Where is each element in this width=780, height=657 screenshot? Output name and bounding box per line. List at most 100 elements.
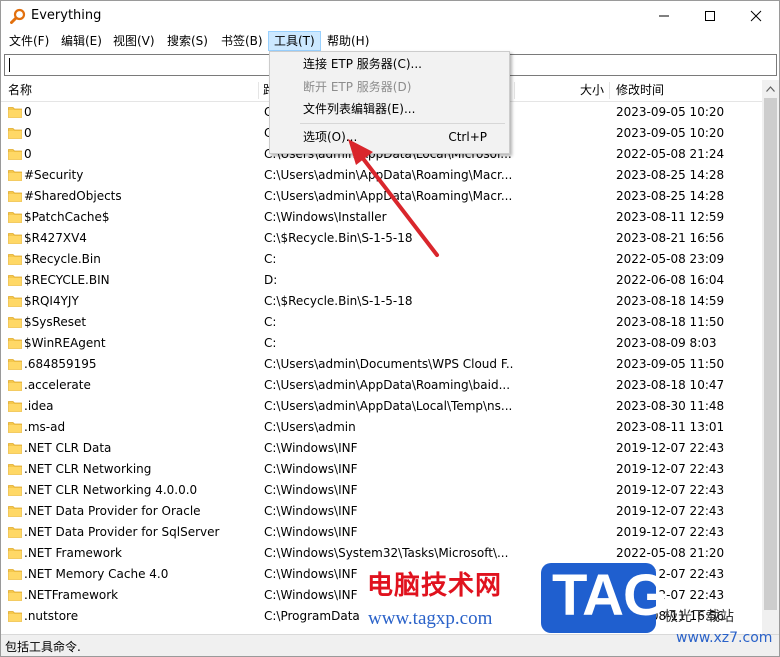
cell-path: C:\Windows\Installer	[264, 210, 387, 224]
folder-icon	[8, 170, 22, 181]
cell-modified: 2019-12-07 22:43	[616, 441, 725, 455]
folder-icon	[8, 527, 22, 538]
table-row[interactable]: $Recycle.Bin C: 2022-05-08 23:09	[1, 249, 762, 270]
cell-name: $RQI4YJY	[24, 294, 79, 308]
table-row[interactable]: .accelerate C:\Users\admin\AppData\Roamin…	[1, 375, 762, 396]
menu-file[interactable]: 文件(F)	[4, 31, 54, 51]
table-row[interactable]: .NET CLR Data C:\Windows\INF 2019-12-07 22…	[1, 438, 762, 459]
menu-item-connect-etp[interactable]: 连接 ETP 服务器(C)...	[272, 54, 507, 75]
folder-icon	[8, 338, 22, 349]
column-header-size[interactable]: 大小	[580, 80, 604, 101]
window-title: Everything	[31, 8, 102, 23]
cell-name: .NET CLR Networking 4.0.0.0	[24, 483, 198, 497]
cell-path: C:\Users\admin\AppData\Local\Temp\ns...	[264, 399, 513, 413]
cell-modified: 2023-08-25 14:28	[616, 189, 725, 203]
table-row[interactable]: $WinREAgent C: 2023-08-09 8:03	[1, 333, 762, 354]
folder-icon	[8, 107, 22, 118]
menu-item-options[interactable]: 选项(O)... Ctrl+P	[272, 127, 507, 148]
cell-modified: 2023-08-18 10:47	[616, 378, 725, 392]
close-icon	[750, 10, 762, 22]
scrollbar-thumb[interactable]	[764, 98, 777, 610]
cell-path: C:\Windows\INF	[264, 525, 358, 539]
cell-name: .accelerate	[24, 378, 91, 392]
cell-name: .NET Memory Cache 4.0	[24, 567, 169, 581]
site-watermark-url: www.xz7.com	[676, 630, 773, 646]
cell-name: 0	[24, 105, 32, 119]
cell-modified: 2023-09-05 10:20	[616, 126, 725, 140]
cell-modified: 2019-12-07 22:43	[616, 483, 725, 497]
table-row[interactable]: .ms-ad C:\Users\admin 2023-08-11 13:01	[1, 417, 762, 438]
menu-item-file-list-editor[interactable]: 文件列表编辑器(E)...	[272, 99, 507, 120]
column-divider[interactable]	[609, 82, 610, 99]
menu-edit[interactable]: 编辑(E)	[56, 31, 107, 51]
table-row[interactable]: #Security C:\Users\admin\AppData\Roaming\…	[1, 165, 762, 186]
table-row[interactable]: $R427XV4 C:\$Recycle.Bin\S-1-5-18 2023-08-…	[1, 228, 762, 249]
maximize-button[interactable]	[687, 1, 733, 31]
cell-path: C:\Users\admin	[264, 420, 356, 434]
cell-modified: 2022-06-08 16:04	[616, 273, 725, 287]
cell-modified: 2022-05-08 21:20	[616, 546, 725, 560]
folder-icon	[8, 275, 22, 286]
cell-modified: 2023-08-18 14:59	[616, 294, 725, 308]
cell-modified: 2022-05-08 23:09	[616, 252, 725, 266]
table-row[interactable]: .NET CLR Networking C:\Windows\INF 2019-12…	[1, 459, 762, 480]
minimize-button[interactable]	[641, 1, 687, 31]
table-row[interactable]: $RECYCLE.BIN D: 2022-06-08 16:04	[1, 270, 762, 291]
cell-modified: 2023-08-11 13:01	[616, 420, 725, 434]
folder-icon	[8, 590, 22, 601]
menu-search[interactable]: 搜索(S)	[162, 31, 213, 51]
folder-icon	[8, 485, 22, 496]
title-bar[interactable]: Everything	[1, 1, 779, 31]
folder-icon	[8, 296, 22, 307]
table-row[interactable]: $RQI4YJY C:\$Recycle.Bin\S-1-5-18 2023-08-…	[1, 291, 762, 312]
scroll-up-button[interactable]	[762, 80, 779, 97]
cell-path: C:\Windows\INF	[264, 462, 358, 476]
table-row[interactable]: #SharedObjects C:\Users\admin\AppData\Roa…	[1, 186, 762, 207]
folder-icon	[8, 464, 22, 475]
watermark-title: 电脑技术网	[367, 571, 503, 601]
cell-path: C:\Windows\INF	[264, 441, 358, 455]
folder-icon	[8, 149, 22, 160]
column-header-name[interactable]: 名称	[8, 80, 32, 101]
column-header-modified[interactable]: 修改时间	[616, 80, 664, 101]
cell-path: C:\Windows\INF	[264, 483, 358, 497]
table-row[interactable]: .NET Data Provider for Oracle C:\Windows\…	[1, 501, 762, 522]
table-row[interactable]: .NET CLR Networking 4.0.0.0 C:\Windows\IN…	[1, 480, 762, 501]
cell-name: $WinREAgent	[24, 336, 106, 350]
cell-path: C:\Users\admin\Documents\WPS Cloud F...	[264, 357, 514, 371]
cell-modified: 2023-08-18 11:50	[616, 315, 725, 329]
cell-modified: 2019-12-07 22:43	[616, 462, 725, 476]
vertical-scrollbar[interactable]	[762, 80, 779, 634]
table-row[interactable]: .NET Data Provider for SqlServer C:\Windo…	[1, 522, 762, 543]
cell-modified: 2023-09-05 10:20	[616, 105, 725, 119]
menu-help[interactable]: 帮助(H)	[322, 31, 374, 51]
folder-icon	[8, 191, 22, 202]
menu-view[interactable]: 视图(V)	[108, 31, 160, 51]
status-text: 包括工具命令.	[5, 640, 81, 654]
menu-tools[interactable]: 工具(T)	[268, 31, 321, 51]
cell-modified: 2023-08-09 8:03	[616, 336, 717, 350]
menu-item-label: 选项(O)...	[303, 130, 358, 144]
results-list: 0C2023-09-05 10:200C2023-09-05 10:200C:\…	[1, 102, 762, 634]
table-row[interactable]: $PatchCache$ C:\Windows\Installer 2023-08-…	[1, 207, 762, 228]
cell-name: .idea	[24, 399, 54, 413]
table-row[interactable]: $SysReset C: 2023-08-18 11:50	[1, 312, 762, 333]
menu-bookmarks[interactable]: 书签(B)	[216, 31, 268, 51]
table-row[interactable]: .idea C:\Users\admin\AppData\Local\Temp\n…	[1, 396, 762, 417]
cell-modified: 2023-09-05 11:50	[616, 357, 725, 371]
table-row[interactable]: .684859195 C:\Users\admin\Documents\WPS C…	[1, 354, 762, 375]
folder-icon	[8, 506, 22, 517]
column-divider[interactable]	[258, 82, 259, 99]
cell-name: .NET Data Provider for SqlServer	[24, 525, 220, 539]
cell-name: .684859195	[24, 357, 97, 371]
folder-icon	[8, 569, 22, 580]
watermark-url: www.tagxp.com	[368, 608, 493, 629]
column-divider[interactable]	[514, 82, 515, 99]
cell-modified: 2022-05-08 21:24	[616, 147, 725, 161]
cell-path: C:	[264, 252, 277, 266]
close-button[interactable]	[733, 1, 779, 31]
chevron-up-icon	[766, 85, 775, 92]
cell-name: $R427XV4	[24, 231, 87, 245]
table-row[interactable]: .NET Framework C:\Windows\System32\Tasks\…	[1, 543, 762, 564]
cell-path: C:	[264, 336, 277, 350]
